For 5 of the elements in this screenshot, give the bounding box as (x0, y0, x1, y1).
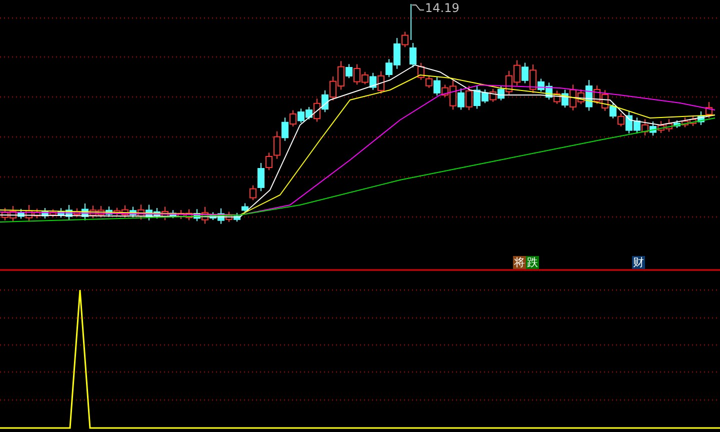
leader-line (412, 4, 424, 10)
signal-badge: 跌 (526, 256, 539, 269)
signal-badge: 将 (513, 256, 526, 269)
high-price-label: 14.19 (425, 1, 460, 15)
signal-badge: 财 (632, 256, 645, 269)
